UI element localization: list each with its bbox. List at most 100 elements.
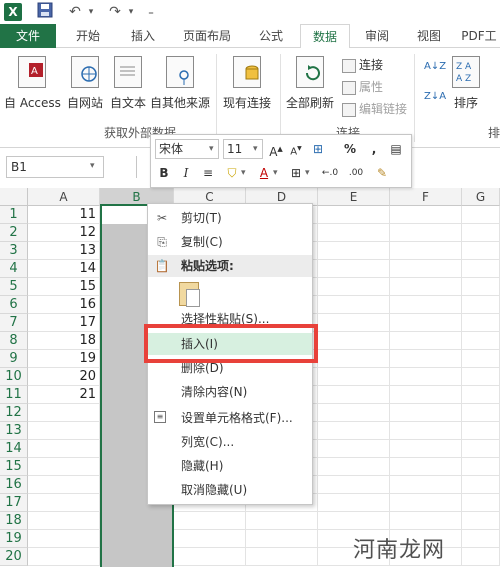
grid-cell[interactable] [390, 224, 462, 242]
grid-cell[interactable] [174, 530, 246, 548]
menu-item-clear-contents[interactable]: 清除内容(N) [148, 381, 312, 403]
tab-page-layout[interactable]: 页面布局 [172, 24, 242, 48]
grid-cell[interactable] [390, 296, 462, 314]
fill-color-icon[interactable]: ⛉ [223, 163, 241, 183]
paste-button-icon[interactable] [179, 282, 200, 307]
font-color-dropdown-icon[interactable]: ▾ [273, 163, 283, 183]
grid-cell[interactable] [390, 368, 462, 386]
grid-cell[interactable] [318, 458, 390, 476]
grid-cell[interactable] [462, 476, 500, 494]
grid-cell[interactable] [318, 368, 390, 386]
redo-dropdown-icon[interactable]: ▾ [126, 2, 136, 22]
italic-button[interactable]: I [177, 163, 195, 183]
row-header[interactable]: 10 [0, 368, 28, 386]
row-header[interactable]: 5 [0, 278, 28, 296]
grid-cell[interactable] [318, 476, 390, 494]
grid-cell[interactable]: 15 [28, 278, 100, 296]
grid-cell[interactable] [246, 512, 318, 530]
grid-cell[interactable] [390, 278, 462, 296]
grid-cell[interactable] [318, 314, 390, 332]
format-painter-menu-icon[interactable]: ▤ [387, 139, 405, 159]
grid-cell[interactable] [318, 224, 390, 242]
grid-cell[interactable] [462, 494, 500, 512]
menu-item-hide[interactable]: 隐藏(H) [148, 455, 312, 477]
grid-cell[interactable] [28, 404, 100, 422]
grid-cell[interactable] [462, 404, 500, 422]
column-header-g[interactable]: G [462, 188, 500, 206]
existing-connections-button[interactable]: 现有连接 [220, 56, 274, 111]
column-header-e[interactable]: E [318, 188, 390, 206]
sort-button[interactable]: Z AA Z 排序 [446, 56, 486, 111]
grid-cell[interactable] [462, 332, 500, 350]
bold-button[interactable]: B [155, 163, 173, 183]
font-dropdown-icon[interactable]: ▾ [209, 139, 219, 159]
row-header[interactable]: 3 [0, 242, 28, 260]
grid-cell[interactable] [318, 404, 390, 422]
grid-cell[interactable] [28, 494, 100, 512]
grid-cell[interactable] [462, 242, 500, 260]
grid-cell[interactable] [462, 296, 500, 314]
undo-icon[interactable]: ↶ [66, 2, 84, 22]
row-header[interactable]: 1 [0, 206, 28, 224]
grid-cell[interactable] [318, 278, 390, 296]
grid-cell[interactable] [390, 386, 462, 404]
row-header[interactable]: 16 [0, 476, 28, 494]
grid-cell[interactable] [390, 260, 462, 278]
grid-cell[interactable] [462, 206, 500, 224]
font-size-dropdown-icon[interactable]: ▾ [253, 139, 263, 159]
row-header[interactable]: 6 [0, 296, 28, 314]
name-box-dropdown-icon[interactable]: ▾ [90, 156, 102, 176]
menu-item-column-width[interactable]: 列宽(C)... [148, 431, 312, 453]
tab-data[interactable]: 数据 [300, 24, 350, 49]
grid-cell[interactable] [318, 512, 390, 530]
tab-view[interactable]: 视图 [406, 24, 452, 48]
tab-insert[interactable]: 插入 [118, 24, 168, 48]
grow-font-icon[interactable]: A▲ [267, 139, 285, 159]
grid-cell[interactable] [390, 242, 462, 260]
grid-cell[interactable] [246, 530, 318, 548]
from-access-button[interactable]: A 自 Access [4, 56, 61, 111]
row-header[interactable]: 12 [0, 404, 28, 422]
grid-cell[interactable]: 11 [28, 206, 100, 224]
grid-cell[interactable] [462, 350, 500, 368]
grid-cell[interactable] [390, 332, 462, 350]
menu-item-format-cells[interactable]: ≡ 设置单元格格式(F)... [148, 407, 312, 429]
grid-cell[interactable] [390, 350, 462, 368]
grid-cell[interactable] [462, 422, 500, 440]
grid-cell[interactable] [390, 458, 462, 476]
tab-file[interactable]: 文件 [0, 24, 56, 48]
grid-cell[interactable] [462, 458, 500, 476]
fill-color-dropdown-icon[interactable]: ▾ [241, 163, 251, 183]
row-header[interactable]: 2 [0, 224, 28, 242]
redo-icon[interactable]: ↷ [106, 2, 124, 22]
grid-cell[interactable] [390, 476, 462, 494]
grid-cell[interactable]: 17 [28, 314, 100, 332]
menu-item-copy[interactable]: ⎘ 复制(C) [148, 231, 312, 253]
borders-dropdown-icon[interactable]: ▾ [305, 163, 315, 183]
grid-cell[interactable] [462, 368, 500, 386]
grid-cell[interactable] [318, 206, 390, 224]
grid-cell[interactable] [390, 422, 462, 440]
menu-item-cut[interactable]: ✂ 剪切(T) [148, 207, 312, 229]
properties-button[interactable]: 属性 [342, 78, 383, 96]
grid-cell[interactable]: 16 [28, 296, 100, 314]
grid-cell[interactable] [28, 530, 100, 548]
grid-cell[interactable] [390, 512, 462, 530]
select-all-corner[interactable] [0, 188, 28, 206]
tab-home[interactable]: 开始 [62, 24, 114, 48]
row-header[interactable]: 20 [0, 548, 28, 566]
borders-icon[interactable]: ⊞ [287, 163, 305, 183]
accounting-format-icon[interactable]: ⊞ [309, 139, 327, 159]
comma-button[interactable]: , [365, 139, 383, 159]
grid-cell[interactable] [390, 440, 462, 458]
grid-cell[interactable] [28, 512, 100, 530]
customize-toolbar-icon[interactable]: ₌ [146, 2, 156, 22]
grid-cell[interactable] [28, 440, 100, 458]
grid-cell[interactable] [318, 494, 390, 512]
tab-review[interactable]: 审阅 [354, 24, 400, 48]
grid-cell[interactable] [390, 206, 462, 224]
refresh-all-button[interactable]: 全部刷新 [284, 56, 336, 111]
tab-formulas[interactable]: 公式 [248, 24, 294, 48]
format-painter-icon[interactable]: ✎ [373, 163, 391, 183]
sort-za-button[interactable]: Z↓A [424, 88, 446, 106]
